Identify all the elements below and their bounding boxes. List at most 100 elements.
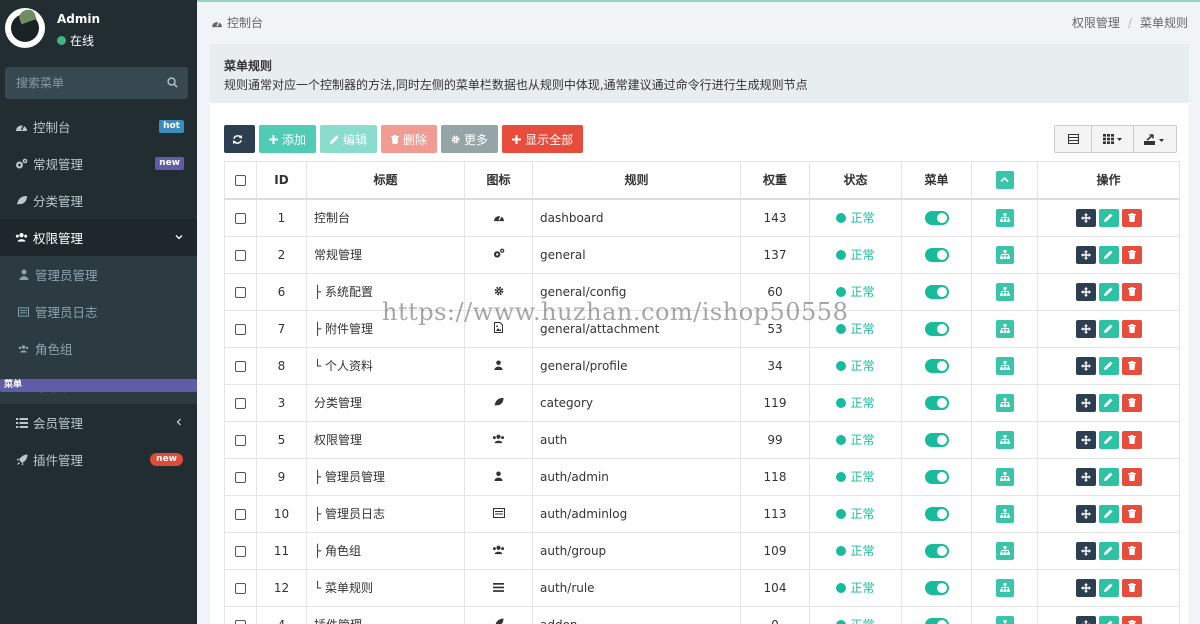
sidebar-item-group[interactable]: 角色组 [0, 330, 197, 367]
row-edit-button[interactable] [1098, 393, 1119, 412]
delete-button[interactable]: 删除 [381, 125, 438, 153]
table-row[interactable]: 12 └ 菜单规则 auth/rule 104 正常 [224, 568, 1180, 607]
table-row[interactable]: 1 控制台 dashboard 143 正常 [224, 198, 1180, 237]
avatar[interactable] [5, 8, 45, 48]
row-checkbox[interactable] [235, 323, 246, 335]
row-edit-button[interactable] [1098, 282, 1119, 301]
sitemap-button[interactable] [995, 282, 1014, 301]
toggle-view-button[interactable] [1055, 126, 1092, 152]
row-checkbox[interactable] [235, 545, 246, 557]
sitemap-button[interactable] [995, 578, 1014, 597]
row-edit-button[interactable] [1098, 319, 1119, 338]
drag-sort-button[interactable] [1075, 319, 1096, 338]
sidebar-item-adminlog[interactable]: 管理员日志 [0, 293, 197, 330]
row-delete-button[interactable] [1121, 245, 1142, 264]
sitemap-button[interactable] [995, 245, 1014, 264]
row-checkbox[interactable] [235, 508, 246, 520]
row-edit-button[interactable] [1098, 578, 1119, 597]
ismenu-toggle[interactable] [924, 247, 949, 262]
row-edit-button[interactable] [1098, 504, 1119, 523]
row-edit-button[interactable] [1098, 467, 1119, 486]
ismenu-toggle[interactable] [924, 617, 949, 624]
table-row[interactable]: 6 ├ 系统配置 general/config 60 正常 [224, 272, 1180, 311]
row-checkbox[interactable] [235, 619, 246, 624]
table-row[interactable]: 9 ├ 管理员管理 auth/admin 118 正常 [224, 457, 1180, 496]
ismenu-toggle[interactable] [924, 543, 949, 558]
row-checkbox[interactable] [235, 360, 246, 372]
drag-sort-button[interactable] [1075, 282, 1096, 301]
columns-button[interactable] [1092, 126, 1134, 152]
table-row[interactable]: 11 ├ 角色组 auth/group 109 正常 [224, 531, 1180, 570]
breadcrumb-home[interactable]: 控制台 [227, 14, 263, 31]
more-button[interactable]: 更多 [441, 125, 499, 153]
table-row[interactable]: 10 ├ 管理员日志 auth/adminlog 113 正常 [224, 494, 1180, 533]
drag-sort-button[interactable] [1075, 245, 1096, 264]
row-delete-button[interactable] [1121, 319, 1142, 338]
sidebar-item-addon[interactable]: 插件管理 new [0, 441, 197, 478]
sitemap-button[interactable] [995, 393, 1014, 412]
row-delete-button[interactable] [1121, 393, 1142, 412]
sitemap-button[interactable] [995, 615, 1014, 624]
drag-sort-button[interactable] [1075, 467, 1096, 486]
export-button[interactable] [1134, 126, 1176, 152]
row-edit-button[interactable] [1098, 245, 1119, 264]
table-row[interactable]: 5 权限管理 auth 99 正常 [224, 420, 1180, 459]
drag-sort-button[interactable] [1075, 356, 1096, 375]
row-edit-button[interactable] [1098, 208, 1119, 227]
sidebar-item-category[interactable]: 分类管理 [0, 182, 197, 219]
collapse-all-button[interactable] [995, 170, 1014, 189]
row-delete-button[interactable] [1121, 541, 1142, 560]
row-checkbox[interactable] [235, 212, 246, 224]
search-icon[interactable] [167, 77, 178, 88]
sidebar-item-general[interactable]: 常规管理 new [0, 145, 197, 182]
row-delete-button[interactable] [1121, 504, 1142, 523]
row-delete-button[interactable] [1121, 615, 1142, 624]
table-row[interactable]: 4插件管理 addon0 正常 [224, 605, 1180, 624]
row-delete-button[interactable] [1121, 282, 1142, 301]
header-weigh[interactable]: 权重 [740, 161, 810, 199]
row-checkbox[interactable] [235, 434, 246, 446]
sidebar-item-auth[interactable]: 权限管理 [0, 219, 197, 256]
drag-sort-button[interactable] [1075, 208, 1096, 227]
table-row[interactable]: 8 └ 个人资料 general/profile 34 正常 [224, 346, 1180, 385]
sidebar-item-rule[interactable]: 菜单规则 菜单 [0, 367, 197, 404]
row-edit-button[interactable] [1098, 356, 1119, 375]
show-all-button[interactable]: 显示全部 [502, 125, 584, 153]
ismenu-toggle[interactable] [924, 395, 949, 410]
row-checkbox[interactable] [235, 582, 246, 594]
row-delete-button[interactable] [1121, 578, 1142, 597]
header-id[interactable]: ID [256, 161, 307, 199]
ismenu-toggle[interactable] [924, 469, 949, 484]
sitemap-button[interactable] [995, 319, 1014, 338]
ismenu-toggle[interactable] [924, 358, 949, 373]
breadcrumb-parent[interactable]: 权限管理 [1072, 16, 1120, 30]
sitemap-button[interactable] [995, 208, 1014, 227]
ismenu-toggle[interactable] [924, 321, 949, 336]
table-row[interactable]: 7 ├ 附件管理 general/attachment 53 正常 [224, 309, 1180, 348]
row-checkbox[interactable] [235, 286, 246, 298]
add-button[interactable]: 添加 [259, 125, 317, 153]
row-checkbox[interactable] [235, 397, 246, 409]
sitemap-button[interactable] [995, 541, 1014, 560]
row-delete-button[interactable] [1121, 356, 1142, 375]
row-delete-button[interactable] [1121, 430, 1142, 449]
sitemap-button[interactable] [995, 504, 1014, 523]
sidebar-item-user[interactable]: 会员管理 [0, 404, 197, 441]
row-delete-button[interactable] [1121, 208, 1142, 227]
row-edit-button[interactable] [1098, 430, 1119, 449]
row-edit-button[interactable] [1098, 541, 1119, 560]
table-row[interactable]: 2 常规管理 general 137 正常 [224, 235, 1180, 274]
drag-sort-button[interactable] [1075, 430, 1096, 449]
select-all-checkbox[interactable] [235, 174, 246, 186]
row-checkbox[interactable] [235, 249, 246, 261]
drag-sort-button[interactable] [1075, 504, 1096, 523]
row-delete-button[interactable] [1121, 467, 1142, 486]
row-checkbox[interactable] [235, 471, 246, 483]
drag-sort-button[interactable] [1075, 393, 1096, 412]
ismenu-toggle[interactable] [924, 284, 949, 299]
row-edit-button[interactable] [1098, 615, 1119, 624]
drag-sort-button[interactable] [1075, 615, 1096, 624]
edit-button[interactable]: 编辑 [320, 125, 378, 153]
ismenu-toggle[interactable] [924, 432, 949, 447]
sitemap-button[interactable] [995, 356, 1014, 375]
